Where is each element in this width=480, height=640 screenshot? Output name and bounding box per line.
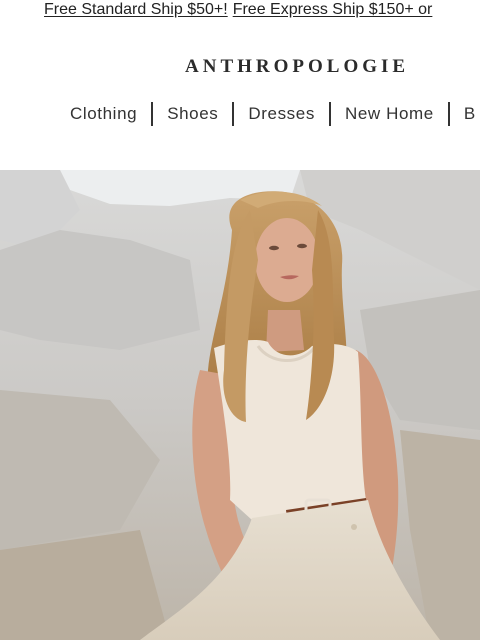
promo-banner-text: Free Standard Ship $50+! Free Express Shi… (44, 0, 432, 19)
model-eye-left (269, 245, 279, 251)
nav-item-new-home[interactable]: New Home (345, 102, 434, 126)
promo-express-shipping-link[interactable]: Free Express Ship $150+ or (233, 1, 433, 18)
promo-banner: Free Standard Ship $50+! Free Express Shi… (0, 0, 480, 20)
model-eye-right (297, 243, 307, 249)
pants-button (351, 524, 357, 530)
nav-item-truncated[interactable]: B (464, 102, 476, 126)
nav-divider (151, 102, 154, 126)
rock-shape (0, 530, 170, 640)
nav-item-dresses[interactable]: Dresses (248, 102, 315, 126)
model-face (255, 218, 319, 302)
site-logo[interactable]: ANTHROPOLOGIE (185, 56, 409, 78)
nav-divider (447, 102, 450, 126)
nav-divider (328, 102, 331, 126)
nav-divider (232, 102, 235, 126)
main-nav: Clothing Shoes Dresses New Home B (70, 102, 476, 126)
model-neck (266, 310, 304, 352)
nav-item-clothing[interactable]: Clothing (70, 102, 137, 126)
nav-item-shoes[interactable]: Shoes (167, 102, 218, 126)
hero-image[interactable] (0, 170, 480, 640)
page: Free Standard Ship $50+! Free Express Shi… (0, 0, 480, 640)
promo-standard-shipping-link[interactable]: Free Standard Ship $50+! (44, 1, 228, 18)
hero-illustration (0, 170, 480, 640)
